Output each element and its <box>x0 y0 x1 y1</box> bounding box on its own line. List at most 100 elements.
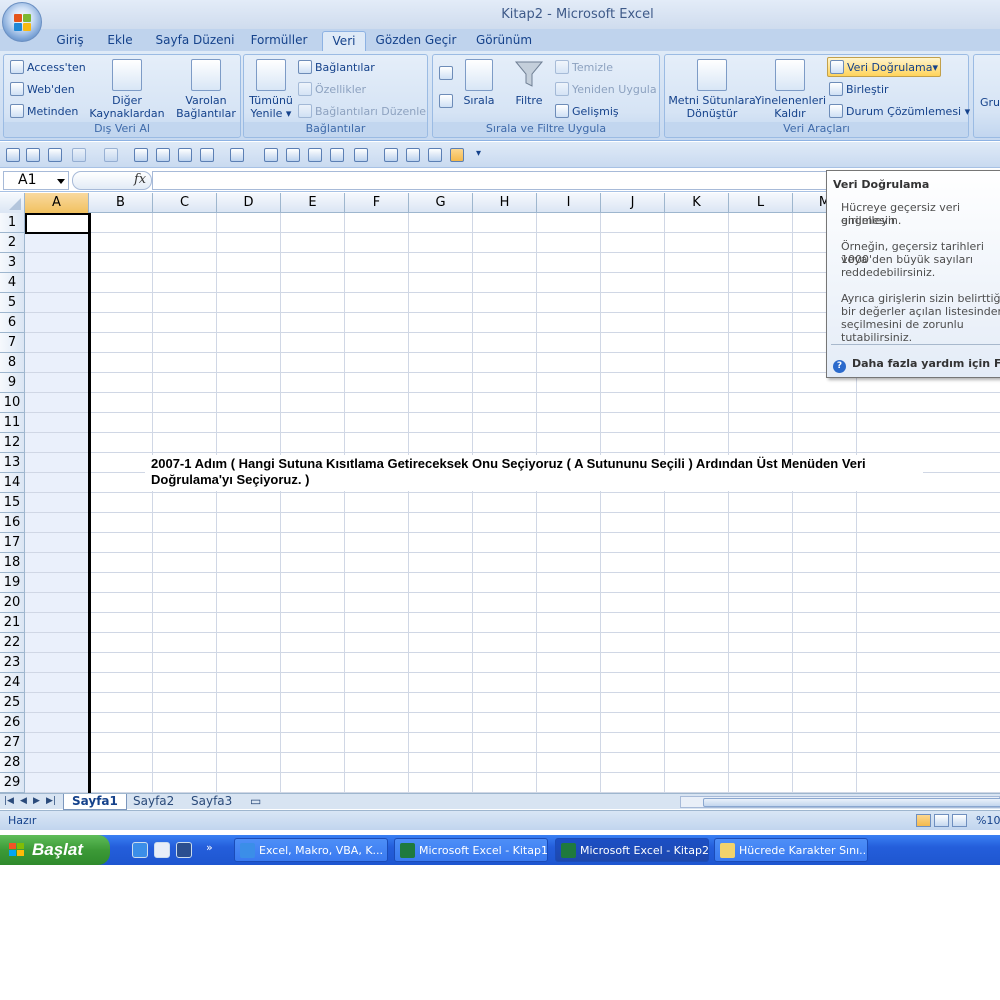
start-button[interactable]: Başlat <box>0 835 110 865</box>
row-header-15[interactable]: 15 <box>0 493 25 513</box>
column-header-j[interactable]: J <box>601 193 665 213</box>
row-header-19[interactable]: 19 <box>0 573 25 593</box>
filter-button[interactable]: Filtre <box>509 59 549 107</box>
form-icon[interactable] <box>450 148 464 162</box>
chart-icon[interactable] <box>178 148 192 162</box>
undo-icon[interactable] <box>72 148 86 162</box>
active-cell[interactable] <box>25 213 90 234</box>
row-header-27[interactable]: 27 <box>0 733 25 753</box>
remove-duplicates-button[interactable]: Yinelenenleri Kaldır <box>755 59 826 120</box>
scroll-thumb[interactable] <box>703 798 1000 807</box>
column-header-c[interactable]: C <box>153 193 217 213</box>
column-header-a[interactable]: A <box>25 193 89 213</box>
last-sheet-icon[interactable]: ▶| <box>46 796 56 806</box>
distribute-icon[interactable] <box>286 148 300 162</box>
normal-view-icon[interactable] <box>916 814 931 827</box>
sheet-tab-sayfa3[interactable]: Sayfa3 <box>183 794 240 810</box>
row-header-16[interactable]: 16 <box>0 513 25 533</box>
edit-links-button[interactable]: Bağlantıları Düzenle <box>298 102 426 122</box>
row-header-9[interactable]: 9 <box>0 373 25 393</box>
insert-sheet-icon[interactable]: ▭ <box>242 794 269 810</box>
rectangle-icon[interactable] <box>406 148 420 162</box>
column-header-e[interactable]: E <box>281 193 345 213</box>
next-sheet-icon[interactable]: ▶ <box>33 796 40 806</box>
outlook-icon[interactable] <box>154 842 170 858</box>
row-header-26[interactable]: 26 <box>0 713 25 733</box>
column-header-f[interactable]: F <box>345 193 409 213</box>
zoom-level[interactable]: %100 <box>976 814 1000 827</box>
row-header-8[interactable]: 8 <box>0 353 25 373</box>
advanced-button[interactable]: Gelişmiş <box>555 102 619 122</box>
text-button[interactable]: Metinden <box>10 102 78 122</box>
row-header-6[interactable]: 6 <box>0 313 25 333</box>
row-header-7[interactable]: 7 <box>0 333 25 353</box>
office-button[interactable] <box>2 2 42 42</box>
row-header-23[interactable]: 23 <box>0 653 25 673</box>
first-sheet-icon[interactable]: |◀ <box>4 796 14 806</box>
properties-button[interactable]: Özellikler <box>298 80 366 100</box>
row-header-24[interactable]: 24 <box>0 673 25 693</box>
row-header-5[interactable]: 5 <box>0 293 25 313</box>
ie-icon[interactable] <box>132 842 148 858</box>
row-header-14[interactable]: 14 <box>0 473 25 493</box>
task-folder[interactable]: Hücrede Karakter Sını... <box>714 838 868 862</box>
clear-button[interactable]: Temizle <box>555 58 613 78</box>
access-button[interactable]: Access'ten <box>10 58 86 78</box>
column-header-d[interactable]: D <box>217 193 281 213</box>
checkbox-icon[interactable] <box>156 148 170 162</box>
existing-connections-button[interactable]: Varolan Bağlantılar <box>174 59 238 120</box>
column-header-g[interactable]: G <box>409 193 473 213</box>
consolidate-button[interactable]: Birleştir <box>829 80 889 100</box>
row-header-29[interactable]: 29 <box>0 773 25 793</box>
line-color-icon[interactable] <box>200 148 214 162</box>
reapply-button[interactable]: Yeniden Uygula <box>555 80 657 100</box>
save-icon[interactable] <box>6 148 20 162</box>
print-preview-icon[interactable] <box>48 148 62 162</box>
row-header-18[interactable]: 18 <box>0 553 25 573</box>
row-header-4[interactable]: 4 <box>0 273 25 293</box>
select-all-button[interactable] <box>0 193 25 213</box>
sheet-tab-sayfa1[interactable]: Sayfa1 <box>63 794 127 810</box>
radio-icon[interactable] <box>134 148 148 162</box>
tab-sayfa-duzeni[interactable]: Sayfa Düzeni <box>150 31 240 51</box>
row-header-20[interactable]: 20 <box>0 593 25 613</box>
group-icon[interactable] <box>308 148 322 162</box>
fx-icon[interactable]: fx <box>134 172 146 187</box>
task-ie[interactable]: Excel, Makro, VBA, K... <box>234 838 388 862</box>
row-header-21[interactable]: 21 <box>0 613 25 633</box>
tab-ekle[interactable]: Ekle <box>100 31 140 51</box>
group-button[interactable]: Gru <box>980 93 1000 113</box>
row-header-2[interactable]: 2 <box>0 233 25 253</box>
task-excel-kitap2[interactable]: Microsoft Excel - Kitap2 <box>555 838 709 862</box>
edit-shape-icon[interactable] <box>354 148 368 162</box>
row-header-17[interactable]: 17 <box>0 533 25 553</box>
sort-button[interactable]: Sırala <box>461 59 497 107</box>
tab-gorunum[interactable]: Görünüm <box>470 31 538 51</box>
select-objects-icon[interactable] <box>384 148 398 162</box>
row-header-1[interactable]: 1 <box>0 213 25 233</box>
column-header-b[interactable]: B <box>89 193 153 213</box>
row-header-22[interactable]: 22 <box>0 633 25 653</box>
row-header-12[interactable]: 12 <box>0 433 25 453</box>
sort-desc-button[interactable] <box>439 93 456 113</box>
row-header-10[interactable]: 10 <box>0 393 25 413</box>
fill-color-icon[interactable] <box>230 148 244 162</box>
save-as-icon[interactable] <box>26 148 40 162</box>
more-chevron-icon[interactable]: » <box>206 841 213 854</box>
redo-icon[interactable] <box>104 148 118 162</box>
row-header-28[interactable]: 28 <box>0 753 25 773</box>
row-header-13[interactable]: 13 <box>0 453 25 473</box>
tab-veri[interactable]: Veri <box>322 31 366 51</box>
what-if-button[interactable]: Durum Çözümlemesi ▾ <box>829 102 970 122</box>
row-header-11[interactable]: 11 <box>0 413 25 433</box>
page-break-icon[interactable] <box>952 814 967 827</box>
row-header-3[interactable]: 3 <box>0 253 25 273</box>
text-to-columns-button[interactable]: Metni Sütunlara Dönüştür <box>667 59 757 120</box>
ungroup-icon[interactable] <box>330 148 344 162</box>
row-header-25[interactable]: 25 <box>0 693 25 713</box>
sheet-tab-sayfa2[interactable]: Sayfa2 <box>125 794 182 810</box>
column-header-i[interactable]: I <box>537 193 601 213</box>
data-validation-button[interactable]: Veri Doğrulama ▾ <box>827 57 941 77</box>
page-layout-icon[interactable] <box>934 814 949 827</box>
refresh-all-button[interactable]: Tümünü Yenile ▾ <box>246 59 296 120</box>
